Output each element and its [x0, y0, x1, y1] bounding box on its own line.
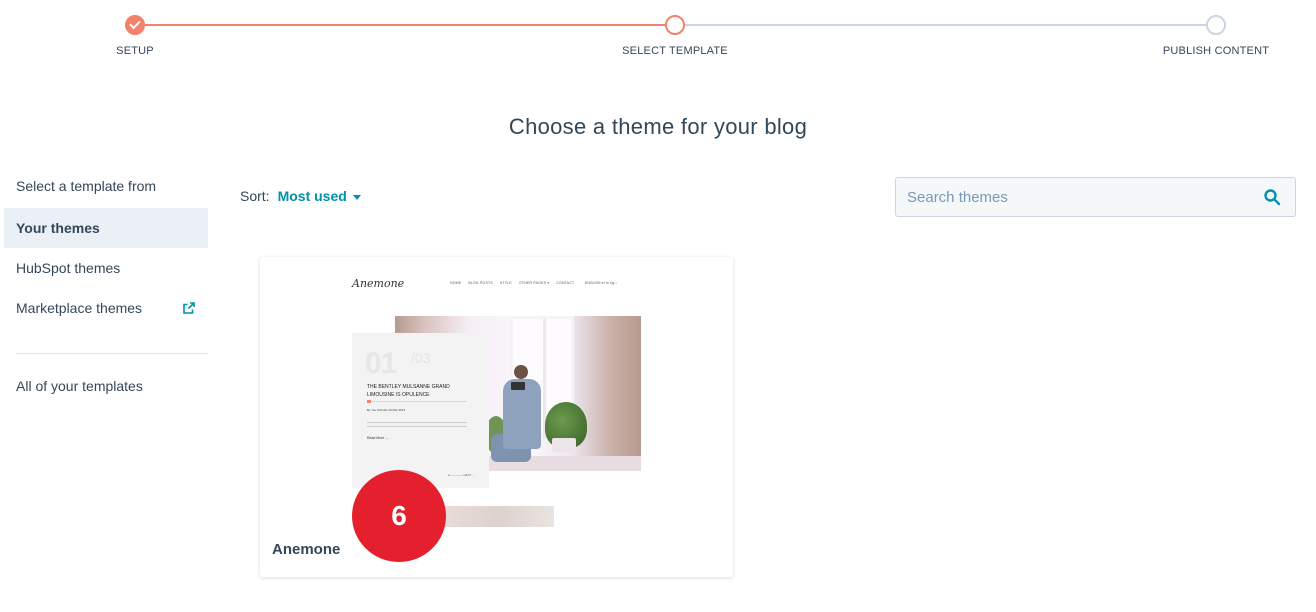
stepper-line-completed: [135, 24, 675, 26]
search-input[interactable]: [896, 188, 1263, 206]
step-number-badge: 6: [352, 470, 446, 562]
preview-slide-number: 01: [365, 347, 397, 380]
theme-card-anemone[interactable]: Anemone HOME BLOG POSTS STYLE OTHER PAGE…: [260, 257, 733, 577]
page-title: Choose a theme for your blog: [508, 114, 808, 139]
sort-label: Sort:: [240, 188, 270, 204]
person-head: [514, 365, 528, 379]
search-icon[interactable]: [1263, 188, 1281, 206]
preview-headline: THE BENTLEY MULSANNE GRAND LIMOUSINE IS …: [367, 384, 450, 398]
all-templates-link[interactable]: All of your templates: [4, 378, 208, 394]
search-box: [895, 177, 1296, 217]
step-label-select-template: SELECT TEMPLATE: [622, 45, 728, 57]
pot-shape: [552, 438, 576, 452]
progress-stepper: SETUP SELECT TEMPLATE PUBLISH CONTENT: [0, 0, 1316, 70]
theme-name: Anemone: [272, 541, 341, 558]
preview-nav-item: STYLE: [499, 281, 512, 285]
sidebar-item-label: HubSpot themes: [16, 260, 121, 276]
step-publish-content-dot: [1206, 15, 1226, 35]
sidebar-item-label: Marketplace themes: [16, 300, 143, 316]
preview-utility-bar: ENGLISH ▾ f in t ig ⌕: [585, 281, 618, 285]
sort-value: Most used: [277, 188, 347, 204]
preview-logo: Anemone: [352, 277, 405, 290]
step-setup-check-icon: [125, 15, 145, 35]
camera-icon: [511, 382, 525, 390]
sidebar-item-marketplace-themes[interactable]: Marketplace themes: [4, 288, 208, 328]
preview-nav-item: CONTACT: [556, 281, 575, 285]
preview-nav-item: HOME: [450, 281, 462, 285]
preview-slide-text: 01 /03 THE BENTLEY MULSANNE GRAND LIMOUS…: [352, 333, 489, 488]
sidebar-item-label: Your themes: [16, 220, 100, 236]
preview-read-more: Read More →: [367, 436, 389, 440]
step-label-setup: SETUP: [116, 45, 154, 57]
sidebar-divider: [16, 353, 208, 354]
preview-nav-item: OTHER PAGES ▾: [518, 281, 550, 285]
step-label-publish-content: PUBLISH CONTENT: [1162, 45, 1270, 57]
preview-progress-fill: [367, 400, 371, 403]
sort-dropdown[interactable]: Most used: [278, 188, 361, 204]
preview-nav: HOME BLOG POSTS STYLE OTHER PAGES ▾ CONT…: [450, 281, 574, 285]
preview-pager: ● ———— NEXT →: [448, 473, 476, 477]
preview-lower-image: [445, 506, 554, 527]
sidebar-heading: Select a template from: [16, 178, 157, 194]
caret-down-icon: [352, 194, 361, 200]
preview-nav-item: BLOG POSTS: [468, 281, 493, 285]
sidebar-item-hubspot-themes[interactable]: HubSpot themes: [4, 248, 208, 288]
template-source-sidebar: Select a template from Your themes HubSp…: [4, 170, 208, 394]
external-link-icon: [183, 302, 195, 314]
step-select-template-dot: [665, 15, 685, 35]
preview-slide-total: /03: [411, 350, 431, 366]
sort-control: Sort: Most used: [240, 188, 361, 204]
preview-author: By Joe Nicholls 20 Mar 2019: [367, 408, 406, 412]
preview-body-lines: [367, 422, 467, 430]
stepper-line-pending: [675, 24, 1215, 26]
preview-progress-track: [367, 401, 467, 402]
theme-preview-thumbnail: Anemone HOME BLOG POSTS STYLE OTHER PAGE…: [260, 257, 733, 527]
sidebar-item-your-themes[interactable]: Your themes: [4, 208, 208, 248]
